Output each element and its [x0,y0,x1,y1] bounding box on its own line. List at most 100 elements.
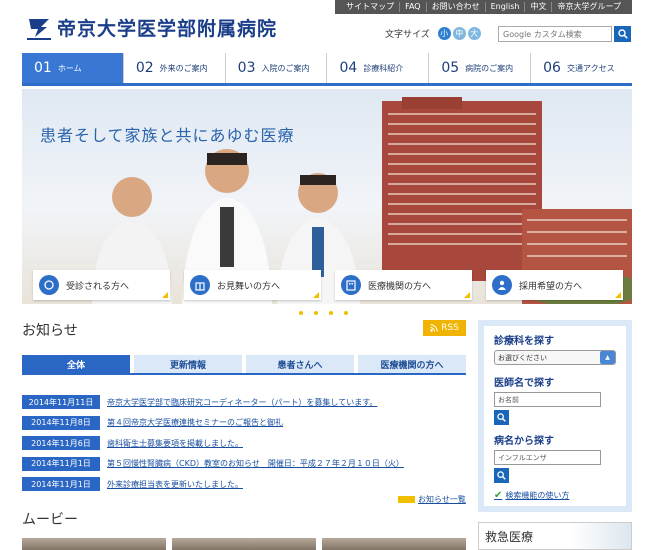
sidebar-panel: 診療科を探す お選びください ▲ 医師名で探す お名前 病名から探す インフルエ… [484,326,626,506]
corner-arrow-icon [464,292,470,298]
nav-about[interactable]: 05 病院のご案内 [429,53,532,83]
slide-dot[interactable] [314,311,318,315]
movie-thumbnail[interactable] [22,538,166,550]
search-input[interactable] [498,26,612,42]
hospital-name: 帝京大学医学部附属病院 [57,18,278,40]
font-size-small-button[interactable]: 小 [437,27,451,40]
search-help-link[interactable]: ✔ 検索機能の使い方 [494,490,616,501]
corner-arrow-icon [162,292,168,298]
check-icon: ✔ [494,490,503,501]
utility-link-sitemap[interactable]: サイトマップ [341,2,399,12]
movie-thumbnails [22,538,466,550]
news-link[interactable]: 第５回慢性腎臓病（CKD）教室のお知らせ 開催日：平成２７年２月１０日（火） [107,458,404,469]
tab-all[interactable]: 全体 [22,355,130,373]
emergency-banner[interactable]: 救急医療 [478,522,632,550]
emergency-label: 救急医療 [485,529,534,544]
font-size-control: 文字サイズ 小 中 大 [385,27,483,40]
rss-label: RSS [441,323,459,333]
slide-dot[interactable] [299,311,303,315]
news-date: 2014年11月1日 [22,477,100,492]
nav-number: 02 [135,60,154,76]
utility-link-english[interactable]: English [484,2,525,12]
site-search [498,26,631,42]
person-icon [492,275,512,295]
hospital-logo[interactable]: 帝京大学医学部附属病院 [27,14,277,41]
slide-dot[interactable] [344,311,348,315]
nav-number: 01 [34,60,52,76]
department-select[interactable]: お選びください ▲ [494,350,616,365]
nav-label: 交通アクセス [566,63,615,73]
rss-icon [430,324,438,332]
news-date: 2014年11月8日 [22,415,100,430]
nav-number: 04 [339,60,358,76]
movie-thumbnail[interactable] [322,538,466,550]
department-select-value: お選びください [498,353,547,362]
news-date: 2014年11月11日 [22,395,100,410]
global-nav: 01 ホーム 02 外来のご案内 03 入院のご案内 04 診療科紹介 05 病… [22,53,632,86]
quick-link-label: 受診される方へ [66,281,130,292]
nav-number: 03 [237,60,256,76]
doctor-name-input[interactable]: お名前 [494,392,601,407]
arrow-icon [398,496,415,503]
font-size-label: 文字サイズ [385,30,430,40]
stethoscope-icon [39,275,59,295]
university-emblem-icon [27,15,51,41]
gift-icon [190,275,210,295]
tab-patients[interactable]: 患者さんへ [246,355,354,373]
news-more-link[interactable]: お知らせ一覧 [398,494,466,505]
quick-link-recruitment[interactable]: 採用希望の方へ [486,270,623,300]
tab-medical-institutions[interactable]: 医療機関の方へ [358,355,466,373]
utility-link-group[interactable]: 帝京大学グループ [551,2,626,12]
slide-dot[interactable] [329,311,333,315]
tab-updates[interactable]: 更新情報 [134,355,242,373]
list-item: 2014年11月11日 帝京大学医学部で臨床研究コーディネーター（パート）を募集… [22,392,466,413]
slider-pagination [299,311,348,315]
list-item: 2014年11月8日 第４回帝京大学医療連携セミナーのご報告と御礼 [22,413,466,434]
hero-quick-links: 受診される方へ お見舞いの方へ 医療機関の方へ 採用希望の方へ [33,270,623,300]
utility-link-contact[interactable]: お問い合わせ [425,2,485,12]
search-button[interactable] [614,26,631,42]
utility-link-chinese[interactable]: 中文 [524,2,551,12]
news-date: 2014年11月6日 [22,436,100,451]
list-item: 2014年11月6日 歯科衛生士募集要項を掲載しました。 [22,433,466,454]
search-icon [617,29,628,39]
nav-access[interactable]: 06 交通アクセス [531,53,632,83]
list-item: 2014年11月1日 外来診療担当表を更新いたしました。 [22,474,466,495]
movie-heading: ムービー [22,512,78,528]
rss-button[interactable]: RSS [423,320,466,336]
utility-link-faq[interactable]: FAQ [399,2,426,12]
search-sidebar: 診療科を探す お選びください ▲ 医師名で探す お名前 病名から探す インフルエ… [478,320,632,512]
dept-search-heading: 診療科を探す [494,336,554,347]
news-link[interactable]: 帝京大学医学部で臨床研究コーディネーター（パート）を募集しています。 [107,397,377,408]
news-link[interactable]: 第４回帝京大学医療連携セミナーのご報告と御礼 [107,417,283,428]
nav-departments[interactable]: 04 診療科紹介 [327,53,430,83]
nav-home[interactable]: 01 ホーム [22,53,124,83]
quick-link-visitors[interactable]: お見舞いの方へ [184,270,321,300]
movie-thumbnail[interactable] [172,538,316,550]
doctor-search-button[interactable] [494,410,509,425]
disease-search-button[interactable] [494,468,509,483]
corner-arrow-icon [615,292,621,298]
font-size-medium-button[interactable]: 中 [452,27,466,40]
quick-link-label: 医療機関の方へ [368,281,432,292]
disease-name-input[interactable]: インフルエンザ [494,450,601,465]
tab-underline [22,373,466,375]
news-link[interactable]: 外来診療担当表を更新いたしました。 [107,479,243,490]
news-list: 2014年11月11日 帝京大学医学部で臨床研究コーディネーター（パート）を募集… [22,392,466,495]
nav-number: 06 [543,60,561,76]
nav-label: 診療科紹介 [363,63,404,73]
nav-outpatient[interactable]: 02 外来のご案内 [124,53,226,83]
quick-link-patients[interactable]: 受診される方へ [33,270,170,300]
nav-label: 病院のご案内 [465,63,514,73]
doctor-search-heading: 医師名で探す [494,378,554,389]
nav-label: 入院のご案内 [261,63,310,73]
news-more-label: お知らせ一覧 [418,495,466,504]
quick-link-medical-institutions[interactable]: 医療機関の方へ [335,270,472,300]
chevron-updown-icon: ▲ [600,351,615,364]
news-heading: お知らせ [22,323,78,339]
nav-number: 05 [441,60,460,76]
news-link[interactable]: 歯科衛生士募集要項を掲載しました。 [107,438,243,449]
search-icon [497,471,506,480]
font-size-large-button[interactable]: 大 [467,27,481,40]
nav-inpatient[interactable]: 03 入院のご案内 [226,53,328,83]
